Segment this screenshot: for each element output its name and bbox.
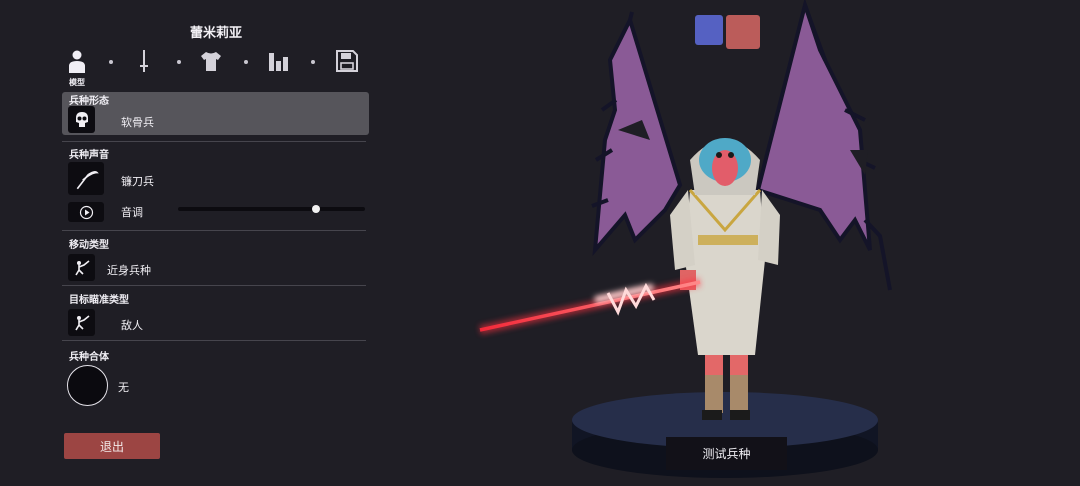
- tab-separator: [311, 60, 315, 64]
- voice-value: 镰刀兵: [121, 175, 154, 188]
- person-icon: [69, 50, 85, 73]
- form-value: 软骨兵: [121, 116, 154, 129]
- sword-icon: [140, 50, 148, 72]
- active-tab-label: 模型: [69, 78, 85, 87]
- targeting-value: 敌人: [121, 319, 143, 332]
- skeleton-face-icon: [75, 111, 88, 127]
- exit-button[interactable]: 退出: [64, 433, 160, 459]
- section-title-movement: 移动类型: [69, 240, 109, 251]
- melee-icon: [74, 259, 89, 275]
- fusion-value: 无: [118, 381, 129, 394]
- pitch-slider-knob[interactable]: [312, 205, 321, 213]
- test-unit-button[interactable]: 测试兵种: [666, 437, 787, 470]
- tab-save[interactable]: [332, 46, 362, 76]
- form-icon-box[interactable]: [68, 106, 95, 133]
- section-title-form: 兵种形态: [69, 96, 109, 107]
- tab-model[interactable]: [62, 46, 92, 76]
- play-voice-button[interactable]: [68, 202, 104, 222]
- divider: [62, 141, 366, 142]
- tab-separator: [244, 60, 248, 64]
- unit-name: 蕾米莉亚: [189, 26, 242, 41]
- movement-value: 近身兵种: [107, 264, 151, 277]
- tab-separator: [177, 60, 181, 64]
- section-title-voice: 兵种声音: [69, 150, 109, 161]
- unit-editor-panel: 蕾米莉亚 模型 兵种形态 软骨兵 兵种声音 镰刀兵 音调 移动类型 近身兵种 目…: [0, 0, 380, 486]
- unit-preview-scene: [479, 0, 892, 478]
- tab-stats[interactable]: [264, 46, 294, 76]
- shirt-icon: [201, 52, 221, 71]
- play-icon: [79, 205, 93, 219]
- movement-icon-box[interactable]: [68, 254, 95, 281]
- divider: [62, 230, 366, 231]
- tab-separator: [109, 60, 113, 64]
- fusion-slot[interactable]: [67, 365, 108, 406]
- save-icon: [336, 50, 358, 72]
- divider: [62, 340, 366, 341]
- scythe-icon: [76, 170, 99, 189]
- targeting-icon-box[interactable]: [68, 309, 95, 336]
- section-title-fusion: 兵种合体: [69, 352, 109, 363]
- section-title-targeting: 目标瞄准类型: [69, 295, 129, 306]
- pitch-slider[interactable]: [178, 205, 365, 213]
- divider: [62, 285, 366, 286]
- tab-weapons[interactable]: [129, 46, 159, 76]
- editor-tabs: [62, 44, 370, 80]
- target-icon: [74, 314, 89, 330]
- pitch-label: 音调: [121, 206, 143, 219]
- voice-icon-box[interactable]: [68, 162, 104, 195]
- stats-icon: [269, 53, 288, 71]
- laser-spear: [479, 277, 701, 335]
- tab-clothing[interactable]: [196, 46, 226, 76]
